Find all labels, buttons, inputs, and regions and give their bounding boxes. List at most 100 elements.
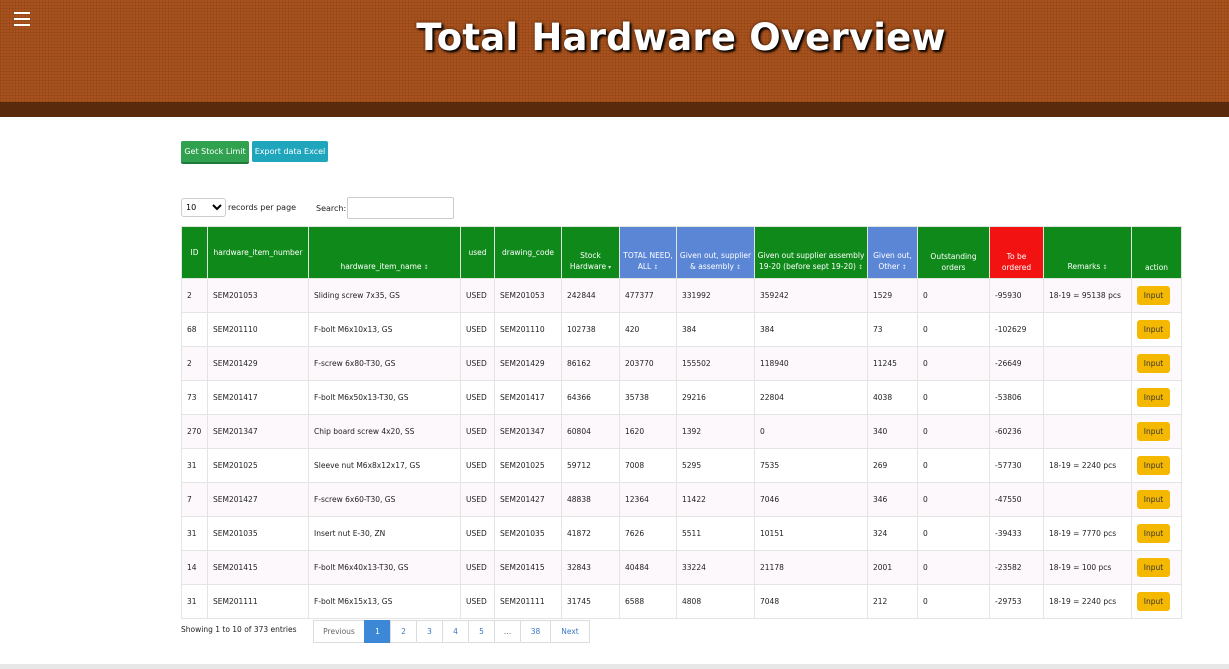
table-cell: 5511 <box>676 516 755 551</box>
column-header[interactable]: Given out supplier assembly 19-20 (befor… <box>754 226 868 279</box>
table-cell: 340 <box>867 414 918 449</box>
table-cell: 33224 <box>676 550 755 585</box>
sort-icon[interactable]: ↕ <box>424 264 429 271</box>
table-cell: 0 <box>917 482 990 517</box>
page-button[interactable]: 2 <box>390 620 417 643</box>
column-header[interactable]: ID <box>181 226 208 279</box>
input-button[interactable]: Input <box>1137 490 1170 509</box>
table-cell: 359242 <box>754 278 868 313</box>
table-cell: 73 <box>867 312 918 347</box>
action-cell: Input <box>1131 380 1182 415</box>
table-cell: 40484 <box>619 550 677 585</box>
table-cell: 331992 <box>676 278 755 313</box>
table-cell: 0 <box>917 346 990 381</box>
action-cell: Input <box>1131 448 1182 483</box>
next-page-button[interactable]: Next <box>550 620 590 643</box>
table-cell: 32843 <box>561 550 620 585</box>
column-header[interactable]: Stock Hardware ▾ <box>561 226 620 279</box>
page-button[interactable]: 1 <box>364 620 391 643</box>
table-row: 73 SEM201417 F-bolt M6x50x13-T30, GS USED SE… <box>181 380 1182 415</box>
get-stock-limit-button[interactable]: Get Stock Limit <box>181 141 249 164</box>
page-size-select[interactable]: 10 <box>181 198 226 217</box>
table-cell: -60236 <box>989 414 1044 449</box>
table-cell: 41872 <box>561 516 620 551</box>
table-row: 7 SEM201427 F-screw 6x60-T30, GS USED SEM201… <box>181 482 1182 517</box>
input-button[interactable]: Input <box>1137 320 1170 339</box>
table-cell: SEM201111 <box>207 584 309 619</box>
input-button[interactable]: Input <box>1137 388 1170 407</box>
table-cell: 18-19 = 2240 pcs <box>1043 584 1132 619</box>
action-cell: Input <box>1131 482 1182 517</box>
page-button[interactable]: … <box>494 620 521 643</box>
table-cell: 0 <box>917 278 990 313</box>
table-cell <box>1043 346 1132 381</box>
table-cell: USED <box>460 278 495 313</box>
table-cell: 14 <box>181 550 208 585</box>
page-button[interactable]: 4 <box>442 620 469 643</box>
table-cell: 2001 <box>867 550 918 585</box>
column-header[interactable]: Remarks ↕ <box>1043 226 1132 279</box>
table-cell: -39433 <box>989 516 1044 551</box>
table-cell: 11245 <box>867 346 918 381</box>
column-header[interactable]: hardware_item_name ↕ <box>308 226 461 279</box>
table-cell: SEM201415 <box>494 550 562 585</box>
table-cell: 2 <box>181 346 208 381</box>
column-header[interactable]: TOTAL NEED, ALL ↕ <box>619 226 677 279</box>
table-cell: 11422 <box>676 482 755 517</box>
table-cell: 7626 <box>619 516 677 551</box>
sort-icon[interactable]: ↕ <box>736 264 741 271</box>
table-cell: F-bolt M6x40x13-T30, GS <box>308 550 461 585</box>
table-row: 2 SEM201053 Sliding screw 7x35, GS USED SEM2… <box>181 278 1182 313</box>
page-button[interactable]: 5 <box>468 620 495 643</box>
table-cell: 118940 <box>754 346 868 381</box>
table-cell: 59712 <box>561 448 620 483</box>
input-button[interactable]: Input <box>1137 354 1170 373</box>
table-cell: 0 <box>754 414 868 449</box>
table-row: 270 SEM201347 Chip board screw 4x20, SS USE… <box>181 414 1182 449</box>
column-header[interactable]: Given out, Other ↕ <box>867 226 918 279</box>
page-button[interactable]: 3 <box>416 620 443 643</box>
previous-page-button[interactable]: Previous <box>313 620 365 643</box>
sort-icon[interactable]: ↕ <box>902 264 907 271</box>
table-cell: SEM201053 <box>494 278 562 313</box>
input-button[interactable]: Input <box>1137 456 1170 475</box>
column-header[interactable]: drawing_code <box>494 226 562 279</box>
column-header[interactable]: hardware_item_number <box>207 226 309 279</box>
table-row: 68 SEM201110 F-bolt M6x10x13, GS USED SEM201… <box>181 312 1182 347</box>
sort-icon[interactable]: ↕ <box>1102 264 1107 271</box>
sort-icon[interactable]: ▾ <box>608 264 611 271</box>
table-cell: 0 <box>917 312 990 347</box>
table-row: 31 SEM201035 Insert nut E-30, ZN USED SEM201… <box>181 516 1182 551</box>
action-cell: Input <box>1131 346 1182 381</box>
table-cell: 270 <box>181 414 208 449</box>
input-button[interactable]: Input <box>1137 592 1170 611</box>
table-cell: Sliding screw 7x35, GS <box>308 278 461 313</box>
table-cell: SEM201427 <box>494 482 562 517</box>
table-cell: USED <box>460 414 495 449</box>
table-cell: USED <box>460 584 495 619</box>
table-cell: 31 <box>181 516 208 551</box>
input-button[interactable]: Input <box>1137 558 1170 577</box>
input-button[interactable]: Input <box>1137 524 1170 543</box>
column-header[interactable]: Outstanding orders <box>917 226 990 279</box>
table-cell: Insert nut E-30, ZN <box>308 516 461 551</box>
search-input[interactable] <box>347 197 455 219</box>
input-button[interactable]: Input <box>1137 422 1170 441</box>
sort-icon[interactable]: ↕ <box>858 264 863 271</box>
column-header[interactable]: Given out, supplier & assembly ↕ <box>676 226 755 279</box>
table-cell: 4808 <box>676 584 755 619</box>
sort-icon[interactable]: ↕ <box>653 264 658 271</box>
table-cell: 7048 <box>754 584 868 619</box>
column-header[interactable]: used <box>460 226 495 279</box>
table-cell: USED <box>460 482 495 517</box>
table-cell: USED <box>460 312 495 347</box>
table-cell: -53806 <box>989 380 1044 415</box>
column-header[interactable]: To be ordered <box>989 226 1044 279</box>
table-cell: USED <box>460 516 495 551</box>
table-cell <box>1043 312 1132 347</box>
table-cell: 4038 <box>867 380 918 415</box>
input-button[interactable]: Input <box>1137 286 1170 305</box>
page-button[interactable]: 38 <box>520 620 551 643</box>
table-cell: -47550 <box>989 482 1044 517</box>
export-excel-button[interactable]: Export data Excel <box>252 141 328 162</box>
